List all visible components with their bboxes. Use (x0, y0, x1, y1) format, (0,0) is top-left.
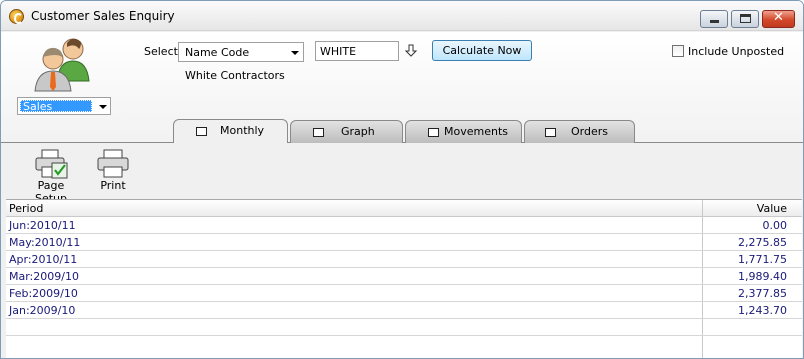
minimize-icon (710, 20, 719, 23)
period-cell: Feb:2009/10 (9, 287, 78, 300)
maximize-button[interactable] (731, 10, 759, 28)
monthly-tab-panel: Page Setup Print Period Value Jun:2010/1… (1, 143, 803, 358)
lookup-arrow-icon[interactable] (405, 44, 417, 58)
tab-monthly[interactable]: Monthly (173, 119, 288, 143)
customer-sales-enquiry-window: Customer Sales Enquiry ✕ Sales Select: N… (0, 0, 804, 359)
close-button[interactable]: ✕ (762, 10, 795, 28)
value-cell: 1,243.70 (738, 304, 787, 317)
close-icon: ✕ (773, 10, 784, 25)
select-field-dropdown[interactable]: Name Code (178, 42, 304, 62)
tab-label: Orders (571, 125, 608, 138)
value-cell: 0.00 (762, 219, 788, 232)
chevron-down-icon (99, 105, 107, 109)
tab-label: Graph (341, 125, 375, 138)
period-cell: May:2010/11 (9, 236, 81, 249)
include-unposted-checkbox[interactable] (672, 45, 684, 57)
sales-dropdown[interactable]: Sales (17, 97, 111, 115)
table-row[interactable]: Feb:2009/10 2,377.85 (6, 285, 802, 302)
table-row[interactable]: Apr:2010/11 1,771.75 (6, 251, 802, 268)
search-input[interactable] (315, 41, 399, 61)
customer-name: White Contractors (185, 69, 285, 82)
print-button[interactable]: Print (93, 149, 133, 192)
period-cell: Jun:2010/11 (9, 219, 76, 232)
value-cell: 1,989.40 (738, 270, 787, 283)
calculate-now-button[interactable]: Calculate Now (432, 40, 532, 61)
value-cell: 2,377.85 (738, 287, 787, 300)
tab-label: Monthly (220, 124, 265, 137)
tab-graph[interactable]: Graph (290, 120, 403, 143)
customers-icon (34, 38, 90, 92)
orders-icon (545, 128, 556, 137)
value-cell: 1,771.75 (738, 253, 787, 266)
movements-icon (428, 128, 439, 137)
monthly-icon (196, 127, 207, 136)
period-cell: Apr:2010/11 (9, 253, 78, 266)
minimize-button[interactable] (700, 10, 728, 28)
period-cell: Mar:2009/10 (9, 270, 79, 283)
window-title: Customer Sales Enquiry (31, 9, 175, 23)
printer-icon (97, 149, 129, 178)
tab-movements[interactable]: Movements (405, 120, 522, 143)
page-setup-icon (35, 149, 68, 179)
title-bar[interactable]: Customer Sales Enquiry ✕ (1, 1, 803, 31)
table-row[interactable]: Jan:2009/10 1,243.70 (6, 302, 802, 319)
table-row[interactable]: Mar:2009/10 1,989.40 (6, 268, 802, 285)
chevron-down-icon (291, 51, 299, 55)
maximize-icon (740, 14, 751, 23)
print-label: Print (100, 179, 126, 192)
sales-dropdown-value: Sales (20, 100, 92, 113)
value-cell: 2,275.85 (738, 236, 787, 249)
period-cell: Jan:2009/10 (9, 304, 76, 317)
column-header-value[interactable]: Value (757, 202, 787, 215)
empty-table-row (6, 319, 802, 336)
column-header-period[interactable]: Period (9, 202, 43, 215)
tab-strip: Monthly Graph Movements Orders (1, 119, 803, 143)
select-field-value: Name Code (185, 46, 250, 59)
include-unposted-label: Include Unposted (688, 45, 785, 58)
graph-icon (313, 128, 324, 137)
table-row[interactable]: May:2010/11 2,275.85 (6, 234, 802, 251)
monthly-sales-table: Period Value Jun:2010/11 0.00 May:2010/1… (6, 199, 802, 358)
tab-label: Movements (444, 125, 508, 138)
table-header: Period Value (6, 200, 802, 217)
page-setup-button[interactable]: Page Setup (21, 149, 81, 205)
table-row[interactable]: Jun:2010/11 0.00 (6, 217, 802, 234)
select-label: Select: (144, 45, 182, 58)
tab-orders[interactable]: Orders (524, 120, 635, 143)
app-icon (9, 9, 24, 24)
